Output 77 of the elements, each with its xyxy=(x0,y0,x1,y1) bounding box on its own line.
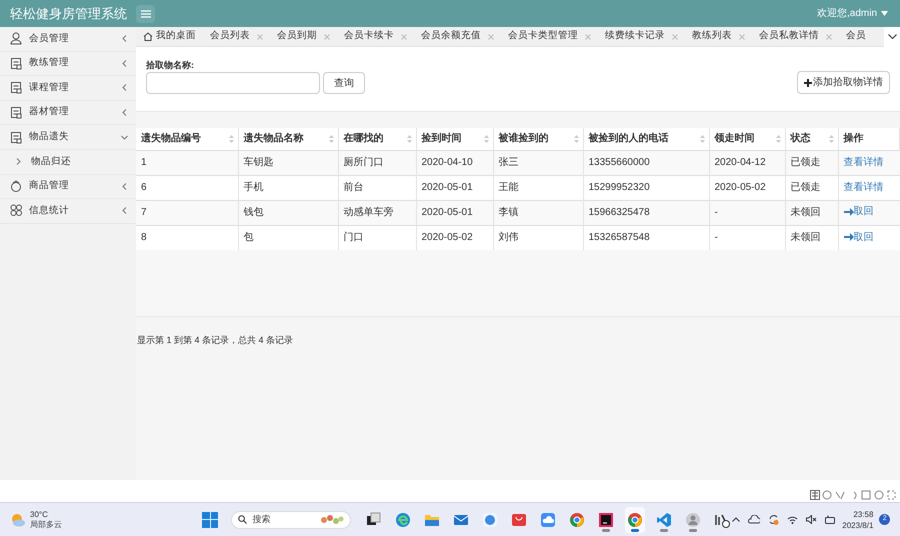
muted-speaker-icon xyxy=(806,515,818,524)
column-header[interactable]: 被谁捡到的 xyxy=(493,128,583,150)
chrome-icon xyxy=(627,512,644,528)
weather-icon xyxy=(10,512,26,526)
plus-icon xyxy=(804,78,812,86)
weather-temperature: 30°C xyxy=(30,510,49,520)
search-icon xyxy=(238,515,248,524)
tab[interactable]: 会员私教详情 xyxy=(752,27,839,46)
store-icon xyxy=(511,512,528,528)
tab[interactable]: 续费续卡记录 xyxy=(598,27,685,46)
pagination-info: 显示第 1 到第 4 条记录，总共 4 条记录 xyxy=(137,335,294,345)
search-button[interactable]: 查询 xyxy=(323,72,365,94)
menu-icon xyxy=(140,10,150,18)
close-icon[interactable] xyxy=(585,34,591,40)
app-title: 轻松健身房管理系统 xyxy=(9,4,128,23)
document-icon xyxy=(10,56,22,70)
user-icon xyxy=(10,32,22,46)
caret-icon xyxy=(881,11,888,16)
field-label: 拾取物名称: xyxy=(146,59,195,71)
tab[interactable]: 会员列表 xyxy=(203,27,270,46)
wifi-icon xyxy=(787,516,798,524)
column-header[interactable]: 领走时间 xyxy=(709,128,785,150)
document-icon xyxy=(10,81,22,94)
document-icon xyxy=(10,130,22,144)
column-header[interactable]: 遗失物品名称 xyxy=(238,128,338,150)
close-icon[interactable] xyxy=(257,34,263,40)
column-header[interactable]: 状态 xyxy=(785,128,838,150)
weather-condition: 局部多云 xyxy=(30,520,62,530)
action-link[interactable]: 取回 xyxy=(844,230,874,244)
tab[interactable]: 教练列表 xyxy=(685,27,752,46)
avatar-icon xyxy=(685,512,702,528)
sync-icon xyxy=(768,514,780,525)
close-icon[interactable] xyxy=(826,34,832,40)
column-header[interactable]: 在哪找的 xyxy=(338,128,416,150)
search-field[interactable] xyxy=(146,72,320,94)
taskview-icon xyxy=(366,512,382,528)
battery-icon xyxy=(825,515,836,524)
tab-dropdown-button[interactable] xyxy=(884,26,900,46)
column-header[interactable]: 操作 xyxy=(838,128,900,150)
tab[interactable]: 我的桌面 xyxy=(136,27,203,46)
action-link[interactable]: 取回 xyxy=(844,204,874,220)
close-icon[interactable] xyxy=(739,34,745,40)
clock-date: 2023/8/1 xyxy=(842,520,874,530)
browser-icon xyxy=(395,512,412,528)
tab[interactable]: 会员余额充值 xyxy=(414,27,501,46)
ide-icon xyxy=(598,512,614,528)
clock-time: 23:58 xyxy=(853,508,874,520)
chevron-up-icon xyxy=(732,517,740,522)
tab[interactable]: 会员 xyxy=(839,27,867,46)
column-header[interactable]: 捡到时间 xyxy=(416,128,493,150)
cloud-icon xyxy=(540,512,556,528)
code-editor-icon xyxy=(656,512,672,528)
close-icon[interactable] xyxy=(401,34,407,40)
arrow-right-icon xyxy=(844,233,854,241)
tab[interactable]: 会员卡续卡 xyxy=(337,27,414,46)
add-button[interactable]: 添加拾取物详情 xyxy=(797,71,890,94)
tab[interactable]: 会员到期 xyxy=(270,27,337,46)
column-header[interactable]: 被捡到的人的电话 xyxy=(583,128,709,150)
action-link[interactable]: 查看详情 xyxy=(844,180,884,195)
close-icon[interactable] xyxy=(672,34,678,40)
cloud-icon xyxy=(748,515,760,524)
column-header[interactable]: 遗失物品编号 xyxy=(136,128,238,150)
chevron-right-icon xyxy=(16,158,21,166)
start-button[interactable] xyxy=(202,512,218,528)
flower-icon xyxy=(320,514,344,526)
home-icon xyxy=(143,32,153,41)
search-field[interactable]: 搜索 xyxy=(231,510,352,528)
close-icon[interactable] xyxy=(488,34,494,40)
menu-toggle-button[interactable] xyxy=(136,4,155,22)
chevron-down-icon xyxy=(888,34,896,39)
document-icon xyxy=(10,106,22,120)
arrow-right-icon xyxy=(844,208,854,216)
chrome-icon xyxy=(569,512,586,528)
close-icon[interactable] xyxy=(324,34,330,40)
action-link[interactable]: 查看详情 xyxy=(844,155,884,170)
tab[interactable]: 会员卡类型管理 xyxy=(501,27,598,46)
grid-icon xyxy=(10,204,22,218)
